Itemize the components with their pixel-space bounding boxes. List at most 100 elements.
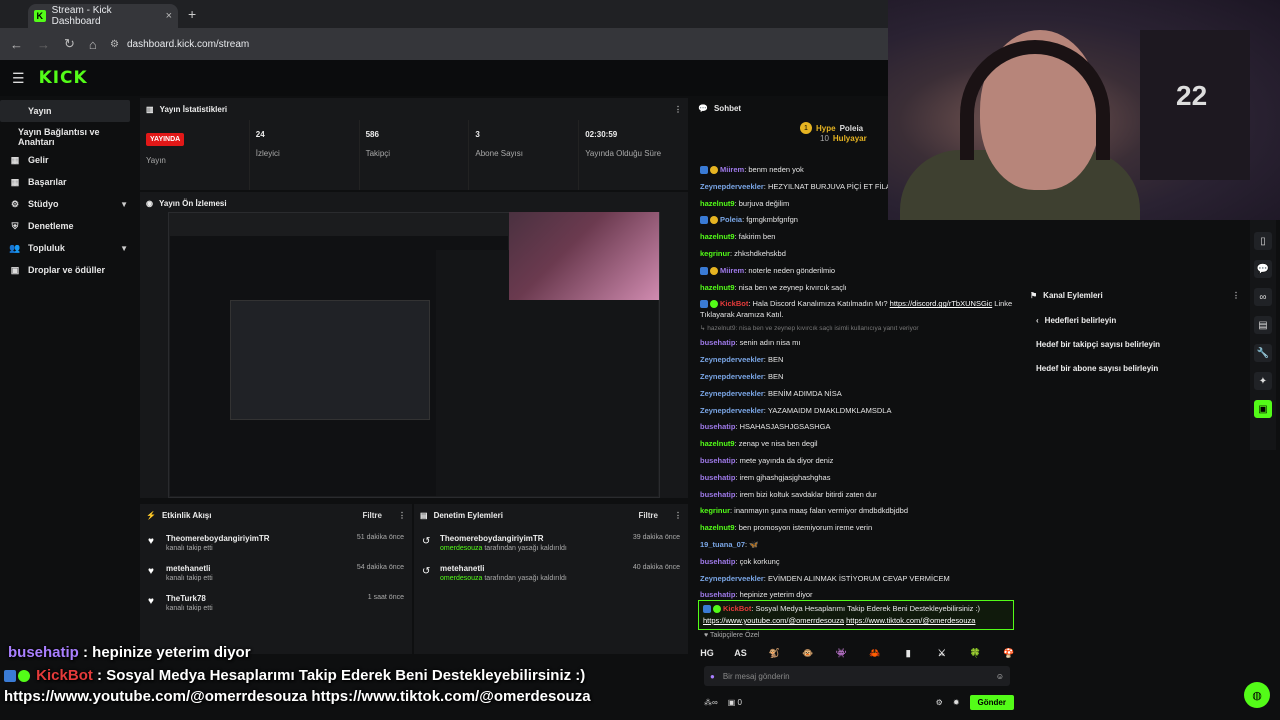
chat-username[interactable]: Zeynepderveekler [700, 182, 764, 191]
chat-input-placeholder: Bir mesaj gönderin [722, 671, 790, 681]
site-info-icon[interactable]: ⚙ [110, 39, 119, 50]
chat-username[interactable]: busehatip [700, 422, 735, 431]
event-user[interactable]: TheomereboydangiriyimTR [166, 534, 270, 543]
mod-badge-icon [700, 166, 708, 175]
chat-username[interactable]: Zeynepderveekler [700, 355, 764, 364]
chat-username[interactable]: busehatip [700, 338, 735, 347]
users-icon[interactable]: ⁂∞ [704, 698, 718, 707]
chevron-down-icon[interactable]: ▼ [120, 200, 128, 209]
add-action-icon[interactable]: ▣ [1254, 400, 1272, 418]
mod-user[interactable]: metehanetli [440, 564, 567, 573]
emote-icon[interactable]: 👾 [834, 646, 848, 660]
settings-icon[interactable]: ⚙ [936, 698, 943, 707]
more-options-icon[interactable]: ⋮ [674, 511, 682, 520]
chat-username[interactable]: Poleia [720, 215, 742, 224]
kick-header: ☰ KICK [0, 60, 888, 96]
more-options-icon[interactable]: ⋮ [1232, 291, 1240, 300]
chat-username[interactable]: Miirem [720, 165, 744, 174]
emote-icon[interactable]: 🐒 [767, 646, 781, 660]
tiktok-link[interactable]: https://www.tiktok.com/@omerdesouza [846, 616, 975, 625]
chat-username[interactable]: KickBot [723, 604, 751, 613]
sidebar-item-topluluk[interactable]: 👥 Topluluk ▼ [0, 237, 138, 259]
help-bubble-icon[interactable]: ◍ [1244, 682, 1270, 708]
sidebar-item-gelir[interactable]: ▦ Gelir [0, 149, 138, 171]
chat-username[interactable]: kegrinur [700, 249, 730, 258]
chat-username[interactable]: busehatip [700, 473, 735, 482]
more-options-icon[interactable]: ⋮ [398, 511, 406, 520]
sidebar-item-stream-key[interactable]: Yayın Bağlantısı ve Anahtarı [0, 126, 138, 148]
chat-username[interactable]: Zeynepderveekler [700, 406, 764, 415]
home-icon[interactable]: ⌂ [89, 37, 97, 52]
sidebar-item-droplar[interactable]: ▣ Droplar ve ödüller [0, 259, 138, 281]
browser-tab[interactable]: K Stream - Kick Dashboard × [28, 4, 178, 28]
chat-username[interactable]: busehatip [700, 590, 735, 599]
phone-icon[interactable]: ▯ [1254, 232, 1272, 250]
chat-text: : benm neden yok [744, 165, 804, 174]
event-user[interactable]: TheTurk78 [166, 594, 213, 603]
chat-username[interactable]: Zeynepderveekler [700, 389, 764, 398]
back-icon[interactable]: ← [10, 37, 23, 52]
emote-icon[interactable]: 🍀 [968, 646, 982, 660]
sidebar-item-yayin[interactable]: Yayın [0, 100, 130, 122]
emote-icon[interactable]: ⚔ [935, 646, 949, 660]
clipboard-icon[interactable]: ▤ [1254, 316, 1272, 334]
send-button[interactable]: Gönder [969, 694, 1014, 710]
chat-username[interactable]: busehatip [700, 456, 735, 465]
sidebar-item-basarilar[interactable]: ▦ Başarılar [0, 171, 138, 193]
sidebar-item-studyo[interactable]: ⚙ Stüdyo ▼ [0, 193, 138, 215]
menu-icon[interactable]: ☰ [12, 70, 25, 87]
goals-back-button[interactable]: ‹ Hedefleri belirleyin [1024, 308, 1246, 332]
chat-username[interactable]: busehatip [700, 490, 735, 499]
reload-icon[interactable]: ↻ [64, 36, 75, 52]
discord-link[interactable]: https://discord.gg/rTbXUNSGic [890, 299, 993, 308]
set-sub-goal-button[interactable]: Hedef bir abone sayısı belirleyin [1024, 356, 1246, 380]
moderator-name[interactable]: omerdesouza [440, 545, 482, 552]
mic-icon[interactable]: ● [710, 672, 715, 681]
sparkle-icon[interactable]: ✦ [1254, 372, 1272, 390]
moderator-name[interactable]: omerdesouza [440, 575, 482, 582]
chat-username[interactable]: kegrinur [700, 506, 730, 515]
emote-icon[interactable]: 🦀 [868, 646, 882, 660]
sidebar-item-denetleme[interactable]: ⛨ Denetleme [0, 215, 138, 237]
chat-username[interactable]: Zeynepderveekler [700, 372, 764, 381]
chevron-down-icon[interactable]: ▼ [120, 244, 128, 253]
filter-button[interactable]: Filtre [362, 511, 382, 520]
chat-text: : mete yayında da diyor deniz [735, 455, 834, 465]
new-tab-button[interactable]: + [188, 6, 196, 22]
emote-icon[interactable]: ▮ [901, 646, 915, 660]
infinity-icon[interactable]: ∞ [1254, 288, 1272, 306]
chat-username[interactable]: hazelnut9 [700, 232, 735, 241]
more-options-icon[interactable]: ⋮ [674, 105, 682, 114]
chat-username[interactable]: hazelnut9 [700, 199, 735, 208]
hype-user: Hulyayar [832, 134, 867, 143]
kick-logo[interactable]: KICK [39, 68, 88, 88]
close-tab-icon[interactable]: × [166, 10, 172, 22]
chat-username[interactable]: KickBot [720, 299, 748, 308]
message-icon[interactable]: 💬 [1254, 260, 1272, 278]
emote-icon[interactable]: 🐵 [801, 646, 815, 660]
emote-icon[interactable]: HG [700, 646, 714, 660]
chat-username[interactable]: Zeynepderveekler [700, 574, 764, 583]
filter-button[interactable]: Filtre [638, 511, 658, 520]
emoji-icon[interactable]: ☺ [996, 672, 1004, 681]
hype-train[interactable]: 1 Hype Poleia 10 Hulyayar [800, 122, 890, 152]
set-follower-goal-button[interactable]: Hedef bir takipçi sayısı belirleyin [1024, 332, 1246, 356]
chat-username[interactable]: 19_tuana_07 [700, 540, 745, 549]
emote-icon[interactable]: AS [734, 646, 748, 660]
chat-username[interactable]: busehatip [700, 557, 735, 566]
wrench-icon[interactable]: 🔧 [1254, 344, 1272, 362]
youtube-link[interactable]: https://www.youtube.com/@omerrdesouza [703, 616, 844, 625]
forward-icon[interactable]: → [37, 37, 50, 52]
mod-tools-icon[interactable]: ✹ [953, 698, 960, 707]
list-item: ♥ metehanetli kanalı takip etti 54 dakika… [140, 560, 412, 590]
chat-username[interactable]: hazelnut9 [700, 439, 735, 448]
emote-icon[interactable]: 🍄 [1002, 646, 1016, 660]
mod-user[interactable]: TheomereboydangiriyimTR [440, 534, 567, 543]
event-user[interactable]: metehanetli [166, 564, 213, 573]
chat-username[interactable]: hazelnut9 [700, 523, 735, 532]
gift-icon[interactable]: ▣ 0 [728, 698, 742, 707]
chat-username[interactable]: Miirem [720, 266, 744, 275]
chat-username[interactable]: hazelnut9 [700, 283, 735, 292]
url-field[interactable]: ⚙ dashboard.kick.com/stream [110, 34, 880, 54]
chat-input[interactable]: ● Bir mesaj gönderin ☺ [704, 666, 1010, 686]
